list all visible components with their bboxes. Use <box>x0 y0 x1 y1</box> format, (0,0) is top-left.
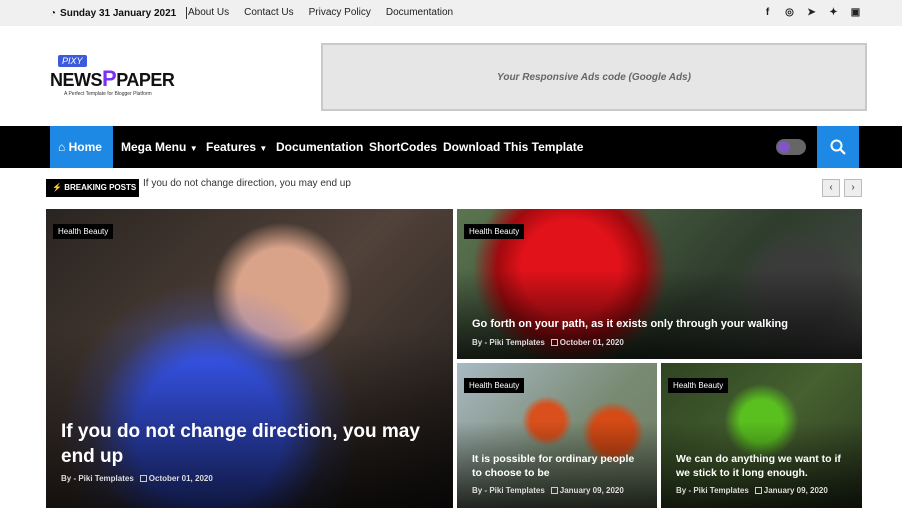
featured-post-3[interactable]: Health Beauty It is possible for ordinar… <box>457 363 657 508</box>
chevron-down-icon: ▼ <box>189 144 198 153</box>
link-about-us[interactable]: About Us <box>188 7 229 18</box>
dark-mode-toggle[interactable] <box>776 139 806 155</box>
nav-download-template[interactable]: Download This Template <box>443 126 583 168</box>
link-contact-us[interactable]: Contact Us <box>244 7 293 18</box>
bolt-icon: ⚡ <box>52 183 62 192</box>
logo-tagline: A Perfect Template for Blogger Platform <box>64 91 152 97</box>
date-display: ◔ Sunday 31 January 2021 <box>50 7 188 19</box>
clock-icon: ◔ <box>50 7 57 19</box>
prev-arrow-button[interactable]: ‹ <box>822 179 840 197</box>
post-meta: By - Piki Templates October 01, 2020 <box>472 338 624 347</box>
nav-mega-menu[interactable]: Mega Menu ▼ <box>121 126 198 168</box>
search-button[interactable] <box>817 126 859 168</box>
link-privacy-policy[interactable]: Privacy Policy <box>309 7 371 18</box>
facebook-icon[interactable]: f <box>761 6 774 19</box>
date-text: Sunday 31 January 2021 <box>60 7 177 19</box>
chevron-right-icon: › <box>851 182 855 193</box>
chevron-left-icon: ‹ <box>829 182 833 193</box>
top-bar: ◔ Sunday 31 January 2021 About Us Contac… <box>0 0 902 26</box>
post-title[interactable]: Go forth on your path, as it exists only… <box>472 317 848 331</box>
post-title[interactable]: We can do anything we want to if we stic… <box>676 452 848 480</box>
calendar-icon <box>139 475 147 482</box>
post-meta: By - Piki Templates October 01, 2020 <box>61 474 213 483</box>
post-title[interactable]: It is possible for ordinary people to ch… <box>472 452 643 480</box>
site-logo[interactable]: PIXY NEWSPPAPER A Perfect Template for B… <box>50 55 190 100</box>
calendar-icon <box>550 339 558 346</box>
nav-features[interactable]: Features ▼ <box>206 126 267 168</box>
post-meta: By - Piki Templates January 09, 2020 <box>676 486 828 495</box>
instagram-icon[interactable]: ▣ <box>849 6 862 19</box>
calendar-icon <box>754 487 762 494</box>
ad-banner[interactable]: Your Responsive Ads code (Google Ads) <box>321 43 867 111</box>
featured-post-2[interactable]: Health Beauty Go forth on your path, as … <box>457 209 862 359</box>
link-documentation[interactable]: Documentation <box>386 7 453 18</box>
nav-home[interactable]: ⌂ Home <box>50 126 113 168</box>
twitter-icon[interactable]: ✦ <box>827 6 840 19</box>
category-label[interactable]: Health Beauty <box>464 224 525 239</box>
ad-text: Your Responsive Ads code (Google Ads) <box>497 71 691 83</box>
category-label[interactable]: Health Beauty <box>464 378 525 393</box>
calendar-icon <box>550 487 558 494</box>
main-nav: ⌂ Home Mega Menu ▼ Features ▼ Documentat… <box>0 126 902 168</box>
featured-post-4[interactable]: Health Beauty We can do anything we want… <box>661 363 862 508</box>
chevron-down-icon: ▼ <box>259 144 268 153</box>
next-arrow-button[interactable]: › <box>844 179 862 197</box>
telegram-icon[interactable]: ➤ <box>805 6 818 19</box>
nav-documentation[interactable]: Documentation <box>276 126 363 168</box>
nav-shortcodes[interactable]: ShortCodes <box>369 126 437 168</box>
post-title[interactable]: If you do not change direction, you may … <box>61 419 439 469</box>
social-links: f ◎ ➤ ✦ ▣ <box>761 6 862 19</box>
moon-icon <box>778 141 790 153</box>
whatsapp-icon[interactable]: ◎ <box>783 6 796 19</box>
breaking-text[interactable]: If you do not change direction, you may … <box>143 178 351 189</box>
category-label[interactable]: Health Beauty <box>668 378 729 393</box>
featured-post-1[interactable]: Health Beauty If you do not change direc… <box>46 209 453 508</box>
home-icon: ⌂ <box>58 140 66 154</box>
search-icon <box>830 139 846 155</box>
breaking-label: ⚡ BREAKING POSTS <box>46 179 139 197</box>
category-label[interactable]: Health Beauty <box>53 224 114 239</box>
post-meta: By - Piki Templates January 09, 2020 <box>472 486 624 495</box>
top-links: About Us Contact Us Privacy Policy Docum… <box>188 7 453 18</box>
logo-wordmark: NEWSPPAPER <box>50 66 175 91</box>
